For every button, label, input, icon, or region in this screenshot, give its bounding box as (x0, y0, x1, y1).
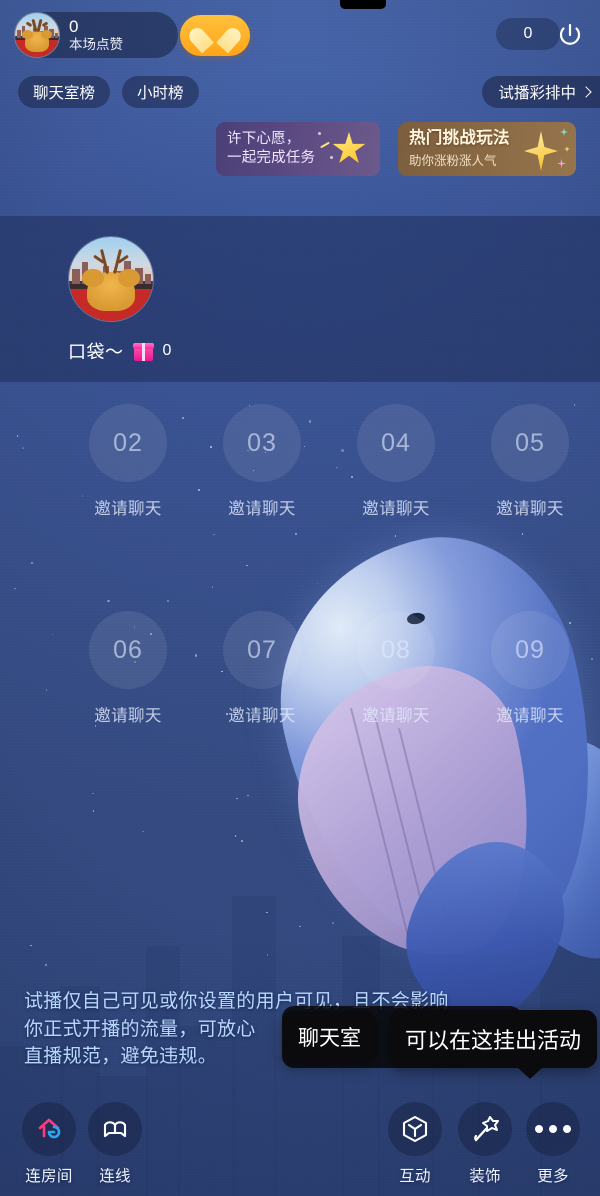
tooltip-chatroom-label: 聊天室 (298, 1027, 361, 1050)
seat-number: 08 (381, 635, 411, 664)
tooltip-chatroom[interactable]: 聊天室 (282, 1011, 377, 1063)
like-counter-pill[interactable]: 0 本场点赞 (14, 12, 178, 58)
challenge-banner-subtitle: 助你涨粉涨人气 (409, 154, 497, 169)
co-broadcast-icon (88, 1102, 142, 1156)
viewer-count[interactable]: 0 (496, 18, 560, 50)
heart-icon[interactable] (180, 15, 250, 56)
nav-connect-room[interactable]: 连房间 (12, 1102, 86, 1186)
bottom-toolbar: 连房间 连线 互动 装饰 更多 (0, 1080, 600, 1196)
power-icon[interactable] (552, 17, 588, 53)
seat-05[interactable]: 05 邀请聊天 (463, 404, 597, 519)
seat-number: 09 (515, 635, 545, 664)
gift-count: 0 (162, 342, 172, 359)
sparkle-star-icon (512, 126, 570, 172)
nav-label: 装饰 (469, 1168, 501, 1185)
seat-label: 邀请聊天 (362, 707, 430, 725)
seat-grid: 02 邀请聊天 03 邀请聊天 04 邀请聊天 05 邀请聊天 06 邀请聊天 (0, 404, 600, 726)
seat-08[interactable]: 08 邀请聊天 (329, 611, 463, 726)
seat-number: 02 (113, 428, 143, 457)
tooltip-activity-label: 可以在这挂出活动 (405, 1028, 582, 1053)
host-seat-card[interactable]: 口袋～ 0 (0, 216, 600, 382)
chip-chatroom-rank[interactable]: 聊天室榜 (18, 76, 111, 108)
house-link-icon (22, 1102, 76, 1156)
status-bar-notch (340, 0, 386, 9)
seat-02[interactable]: 02 邀请聊天 (61, 404, 195, 519)
nav-label: 连房间 (25, 1168, 73, 1185)
tooltip-activity-hint[interactable]: 可以在这挂出活动 (389, 1010, 598, 1079)
teddy-bear-avatar (14, 12, 60, 58)
rank-chip-row: 聊天室榜 小时榜 (18, 76, 199, 108)
seat-label: 邀请聊天 (496, 500, 564, 518)
nav-decoration[interactable]: 装饰 (448, 1102, 522, 1186)
chevron-right-icon (580, 86, 592, 98)
teddy-bear-avatar[interactable] (68, 236, 154, 322)
seat-03[interactable]: 03 邀请聊天 (195, 404, 329, 519)
seat-label: 邀请聊天 (94, 707, 162, 725)
nav-co-broadcast[interactable]: 连线 (78, 1102, 152, 1186)
seat-label: 邀请聊天 (228, 707, 296, 725)
more-dots-icon (526, 1102, 580, 1156)
hexagon-interaction-icon (388, 1102, 442, 1156)
like-label: 本场点赞 (69, 36, 123, 52)
seat-row-1: 02 邀请聊天 03 邀请聊天 04 邀请聊天 05 邀请聊天 (0, 404, 600, 519)
nav-label: 互动 (399, 1168, 431, 1185)
seat-label: 邀请聊天 (228, 500, 296, 518)
nav-interaction[interactable]: 互动 (378, 1102, 452, 1186)
chip-hourly-rank[interactable]: 小时榜 (122, 76, 199, 108)
gift-box-icon (132, 342, 154, 361)
seat-label: 邀请聊天 (94, 500, 162, 518)
seat-number: 06 (113, 635, 143, 664)
magic-wand-icon (458, 1102, 512, 1156)
challenge-banner[interactable]: 热门挑战玩法 助你涨粉涨人气 (398, 122, 576, 176)
challenge-banner-title: 热门挑战玩法 (409, 128, 510, 147)
shooting-star-icon (316, 126, 374, 172)
promo-banner-row: 许下心愿， 一起完成任务 热门挑战玩法 助你涨粉涨人气 (216, 122, 576, 176)
nav-label: 连线 (99, 1168, 131, 1185)
like-count: 0 (69, 16, 79, 36)
host-name: 口袋～ (68, 342, 124, 362)
wish-banner-line2: 一起完成任务 (227, 150, 316, 166)
rehearsal-status-button[interactable]: 试播彩排中 (482, 76, 600, 108)
seat-row-2: 06 邀请聊天 07 邀请聊天 08 邀请聊天 09 邀请聊天 (0, 611, 600, 726)
live-room-screen: 0 本场点赞 0 聊天室榜 小时榜 试播彩排中 许下心愿， 一起完成任务 热门挑… (0, 0, 600, 1196)
rehearsal-label: 试播彩排中 (498, 85, 576, 102)
seat-number: 07 (247, 635, 277, 664)
seat-07[interactable]: 07 邀请聊天 (195, 611, 329, 726)
seat-number: 05 (515, 428, 545, 457)
seat-06[interactable]: 06 邀请聊天 (61, 611, 195, 726)
host-info-row: 口袋～ 0 (68, 338, 171, 364)
wish-banner-line1: 许下心愿， (227, 131, 301, 148)
seat-number: 03 (247, 428, 277, 457)
nav-more[interactable]: 更多 (516, 1102, 590, 1186)
seat-04[interactable]: 04 邀请聊天 (329, 404, 463, 519)
seat-label: 邀请聊天 (362, 500, 430, 518)
seat-number: 04 (381, 428, 411, 457)
seat-09[interactable]: 09 邀请聊天 (463, 611, 597, 726)
nav-label: 更多 (537, 1168, 569, 1185)
wish-banner[interactable]: 许下心愿， 一起完成任务 (216, 122, 380, 176)
seat-label: 邀请聊天 (496, 707, 564, 725)
